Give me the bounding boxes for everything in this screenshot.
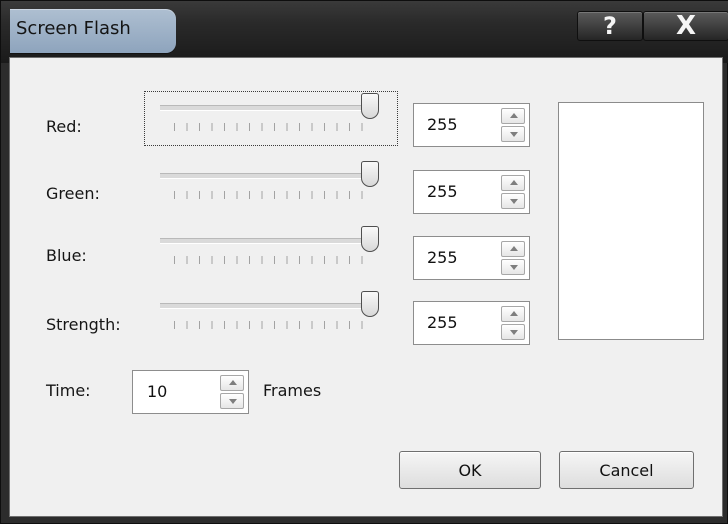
time-spinner bbox=[220, 375, 244, 409]
strength-value: 255 bbox=[427, 313, 458, 332]
chevron-up-icon[interactable] bbox=[501, 241, 525, 257]
cancel-button[interactable]: Cancel bbox=[559, 451, 694, 489]
chevron-up-icon[interactable] bbox=[501, 175, 525, 191]
cancel-button-label: Cancel bbox=[599, 460, 654, 480]
slider-track bbox=[160, 173, 375, 179]
screen-flash-window: Screen Flash ? X Red: 255 Green: 255 Blu… bbox=[0, 0, 728, 524]
chevron-down-icon[interactable] bbox=[501, 259, 525, 275]
strength-spinner bbox=[501, 306, 525, 340]
chevron-down-icon[interactable] bbox=[501, 324, 525, 340]
color-preview bbox=[558, 102, 704, 340]
blue-slider[interactable] bbox=[156, 226, 389, 268]
red-value: 255 bbox=[427, 115, 458, 134]
strength-value-input[interactable]: 255 bbox=[413, 301, 530, 345]
chevron-down-icon[interactable] bbox=[220, 393, 244, 409]
chevron-down-icon[interactable] bbox=[501, 193, 525, 209]
ok-button-label: OK bbox=[458, 460, 482, 480]
green-slider[interactable] bbox=[156, 161, 389, 203]
green-label: Green: bbox=[46, 184, 100, 203]
ok-button[interactable]: OK bbox=[399, 451, 541, 489]
close-button[interactable]: X bbox=[643, 11, 728, 41]
slider-ticks bbox=[174, 123, 374, 131]
close-icon: X bbox=[675, 11, 697, 41]
slider-thumb[interactable] bbox=[361, 93, 379, 119]
frames-label: Frames bbox=[263, 381, 322, 400]
chevron-down-icon[interactable] bbox=[501, 126, 525, 142]
blue-value: 255 bbox=[427, 248, 458, 267]
green-value-input[interactable]: 255 bbox=[413, 170, 530, 214]
chevron-up-icon[interactable] bbox=[220, 375, 244, 391]
slider-track bbox=[160, 105, 375, 111]
slider-ticks bbox=[174, 321, 374, 329]
strength-label: Strength: bbox=[46, 315, 121, 334]
time-value: 10 bbox=[147, 382, 168, 401]
blue-spinner bbox=[501, 241, 525, 275]
red-spinner bbox=[501, 108, 525, 142]
time-input[interactable]: 10 bbox=[132, 370, 249, 414]
slider-track bbox=[160, 238, 375, 244]
chevron-up-icon[interactable] bbox=[501, 108, 525, 124]
window-title: Screen Flash bbox=[16, 18, 131, 39]
blue-label: Blue: bbox=[46, 246, 87, 265]
slider-ticks bbox=[174, 256, 374, 264]
chevron-up-icon[interactable] bbox=[501, 306, 525, 322]
slider-ticks bbox=[174, 191, 374, 199]
red-label: Red: bbox=[46, 117, 82, 136]
green-spinner bbox=[501, 175, 525, 209]
green-value: 255 bbox=[427, 182, 458, 201]
slider-thumb[interactable] bbox=[361, 226, 379, 252]
slider-track bbox=[160, 303, 375, 309]
time-label: Time: bbox=[46, 381, 91, 400]
strength-slider[interactable] bbox=[156, 291, 389, 333]
slider-thumb[interactable] bbox=[361, 291, 379, 317]
help-button[interactable]: ? bbox=[577, 11, 643, 41]
slider-thumb[interactable] bbox=[361, 161, 379, 187]
title-bar: Screen Flash ? X bbox=[1, 1, 728, 63]
help-icon: ? bbox=[603, 12, 617, 40]
red-slider[interactable] bbox=[156, 93, 389, 135]
blue-value-input[interactable]: 255 bbox=[413, 236, 530, 280]
red-value-input[interactable]: 255 bbox=[413, 103, 530, 147]
